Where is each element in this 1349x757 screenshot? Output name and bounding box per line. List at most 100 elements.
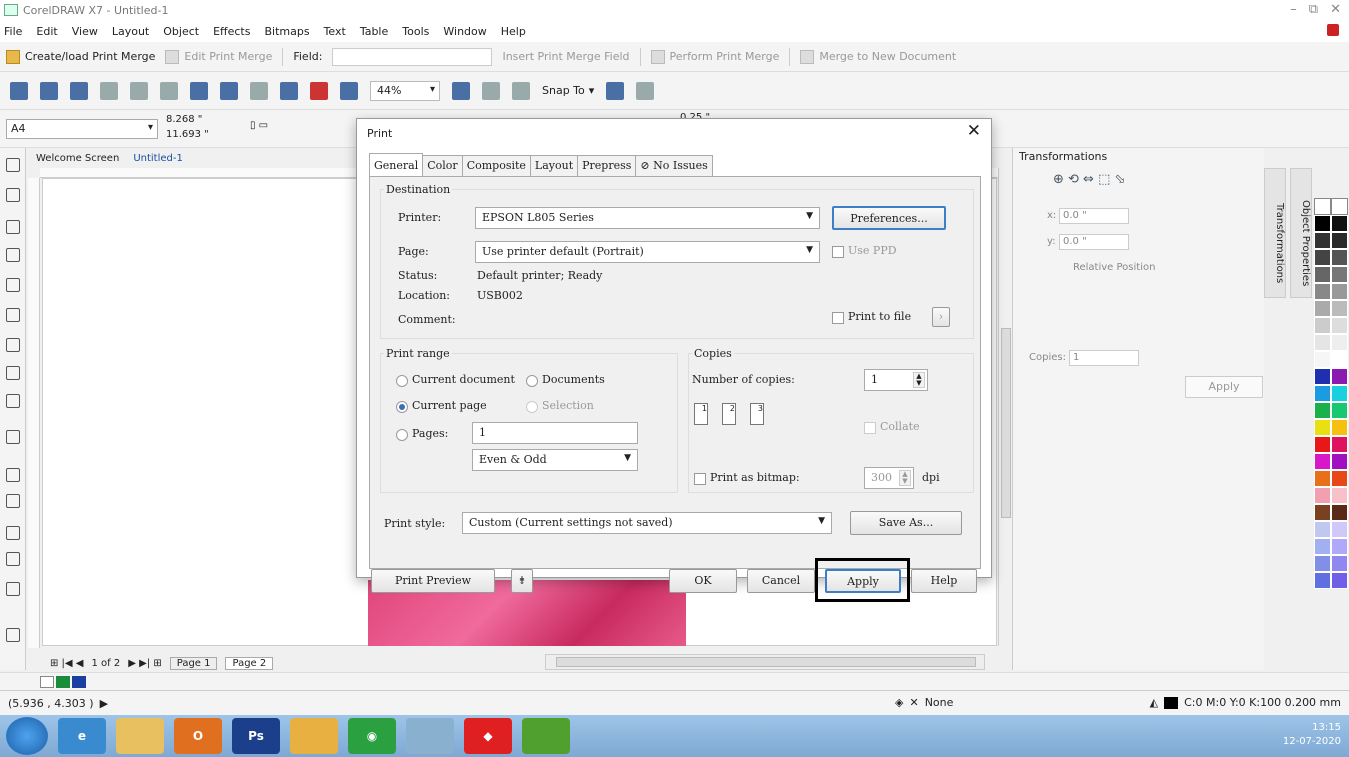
- color-swatch[interactable]: [1331, 249, 1348, 266]
- print-as-bitmap-checkbox[interactable]: [694, 473, 706, 485]
- page-tab-2[interactable]: Page 2: [225, 656, 274, 670]
- vertical-scrollbar[interactable]: [998, 168, 1012, 646]
- menu-tools[interactable]: Tools: [402, 25, 429, 38]
- color-swatch[interactable]: [1314, 436, 1331, 453]
- number-of-copies-input[interactable]: 1 ▲ ▼: [864, 369, 928, 391]
- zoom-level-dropdown[interactable]: 44%: [370, 80, 440, 101]
- copies-input[interactable]: 1: [1069, 350, 1139, 366]
- text-tool-icon[interactable]: [6, 430, 20, 444]
- expand-arrow-icon[interactable]: ▶: [100, 697, 108, 710]
- color-swatch[interactable]: [72, 676, 86, 688]
- color-swatch[interactable]: [1331, 555, 1348, 572]
- help-button[interactable]: Help: [911, 569, 977, 593]
- even-odd-dropdown[interactable]: Even & Odd ▼: [472, 449, 638, 471]
- page-width-field[interactable]: 8.268 ": [166, 112, 209, 127]
- start-button[interactable]: [6, 717, 48, 755]
- collate-checkbox[interactable]: [864, 422, 876, 434]
- pages-radio[interactable]: [396, 429, 408, 441]
- pages-input[interactable]: 1: [472, 422, 638, 444]
- page-size-dropdown[interactable]: A4: [6, 119, 158, 139]
- black-swatch[interactable]: [1314, 215, 1331, 232]
- menu-help[interactable]: Help: [501, 25, 526, 38]
- menu-view[interactable]: View: [72, 25, 98, 38]
- print-preview-options-icon[interactable]: ⇟: [511, 569, 533, 593]
- color-swatch[interactable]: [1331, 266, 1348, 283]
- color-swatch[interactable]: [1314, 249, 1331, 266]
- bitmap-dpi-input[interactable]: 300 ▲ ▼: [864, 467, 914, 489]
- white-swatch[interactable]: [1331, 351, 1348, 368]
- connector-tool-icon[interactable]: [6, 494, 20, 508]
- color-swatch[interactable]: [1331, 453, 1348, 470]
- snap-to-dropdown[interactable]: Snap To ▾: [542, 84, 594, 97]
- clock-time[interactable]: 13:15: [1283, 721, 1341, 735]
- print-icon[interactable]: [100, 81, 118, 100]
- color-swatch[interactable]: [1331, 232, 1348, 249]
- transform-mode-icons[interactable]: ⊕ ⟲ ⇔ ⬚ ⬂: [1053, 172, 1125, 187]
- color-swatch[interactable]: [1331, 572, 1348, 589]
- tab-general[interactable]: General: [369, 153, 424, 177]
- x-position-input[interactable]: 0.0 ": [1059, 208, 1129, 224]
- polygon-tool-icon[interactable]: [6, 394, 20, 408]
- color-swatch[interactable]: [1314, 470, 1331, 487]
- no-color-swatch[interactable]: [1314, 198, 1331, 215]
- clock-date[interactable]: 12-07-2020: [1283, 735, 1341, 749]
- spinner-arrows-icon[interactable]: ▲ ▼: [913, 372, 925, 388]
- scroll-thumb[interactable]: [556, 657, 976, 667]
- rulers-icon[interactable]: [482, 81, 500, 100]
- spinner-arrows-icon[interactable]: ▲ ▼: [899, 470, 911, 486]
- color-swatch[interactable]: [1331, 521, 1348, 538]
- eyedropper-tool-icon[interactable]: [6, 582, 20, 596]
- crop-tool-icon[interactable]: [6, 220, 20, 234]
- scroll-thumb[interactable]: [1001, 328, 1011, 518]
- color-swatch[interactable]: [1314, 453, 1331, 470]
- tab-welcome-screen[interactable]: Welcome Screen: [36, 153, 119, 164]
- color-swatch[interactable]: [56, 676, 70, 688]
- color-swatch[interactable]: [1314, 504, 1331, 521]
- color-swatch[interactable]: [1314, 317, 1331, 334]
- menu-object[interactable]: Object: [163, 25, 199, 38]
- color-swatch[interactable]: [1314, 385, 1331, 402]
- no-color-swatch[interactable]: [40, 676, 54, 688]
- redo-icon[interactable]: [250, 81, 268, 100]
- color-swatch[interactable]: [1331, 436, 1348, 453]
- restore-button[interactable]: ⧉: [1309, 2, 1318, 17]
- dialog-close-icon[interactable]: ✕: [967, 121, 981, 141]
- paste-icon[interactable]: [190, 81, 208, 100]
- color-swatch[interactable]: [1331, 300, 1348, 317]
- anydesk-icon[interactable]: ◆: [464, 718, 512, 754]
- color-swatch[interactable]: [1331, 368, 1348, 385]
- save-icon[interactable]: [70, 81, 88, 100]
- color-swatch[interactable]: [1331, 334, 1348, 351]
- minimize-button[interactable]: –: [1290, 2, 1297, 17]
- tab-object-properties[interactable]: Object Properties: [1290, 168, 1312, 298]
- drop-shadow-tool-icon[interactable]: [6, 526, 20, 540]
- color-swatch[interactable]: [1314, 538, 1331, 555]
- relative-position-checkbox[interactable]: Relative Position: [1073, 262, 1155, 273]
- ok-button[interactable]: OK: [669, 569, 737, 593]
- menu-edit[interactable]: Edit: [36, 25, 57, 38]
- color-swatch[interactable]: [1331, 487, 1348, 504]
- paint-icon[interactable]: [290, 718, 338, 754]
- insert-print-merge-field-button[interactable]: Insert Print Merge Field: [502, 50, 629, 63]
- color-swatch[interactable]: [1314, 419, 1331, 436]
- color-swatch[interactable]: [1331, 283, 1348, 300]
- close-window-button[interactable]: ✕: [1330, 2, 1341, 17]
- export-icon[interactable]: [310, 81, 328, 100]
- freehand-tool-icon[interactable]: [6, 278, 20, 292]
- perform-print-merge-button[interactable]: Perform Print Merge: [650, 49, 779, 64]
- add-page-icon[interactable]: ⊞ |◀ ◀: [50, 658, 84, 669]
- tab-transformations[interactable]: Transformations: [1264, 168, 1286, 298]
- publish-pdf-icon[interactable]: [340, 81, 358, 100]
- rectangle-tool-icon[interactable]: [6, 338, 20, 352]
- tab-no-issues[interactable]: ⊘ No Issues: [635, 155, 713, 177]
- y-position-input[interactable]: 0.0 ": [1059, 234, 1129, 250]
- print-preview-button[interactable]: Print Preview: [371, 569, 495, 593]
- menu-bitmaps[interactable]: Bitmaps: [264, 25, 309, 38]
- transparency-tool-icon[interactable]: [6, 552, 20, 566]
- merge-to-new-document-button[interactable]: Merge to New Document: [800, 49, 956, 64]
- artistic-media-tool-icon[interactable]: [6, 308, 20, 322]
- fill-tool-icon[interactable]: [6, 628, 20, 642]
- page-dropdown[interactable]: Use printer default (Portrait) ▼: [475, 241, 820, 263]
- photoshop-icon[interactable]: Ps: [232, 718, 280, 754]
- page-height-field[interactable]: 11.693 ": [166, 127, 209, 142]
